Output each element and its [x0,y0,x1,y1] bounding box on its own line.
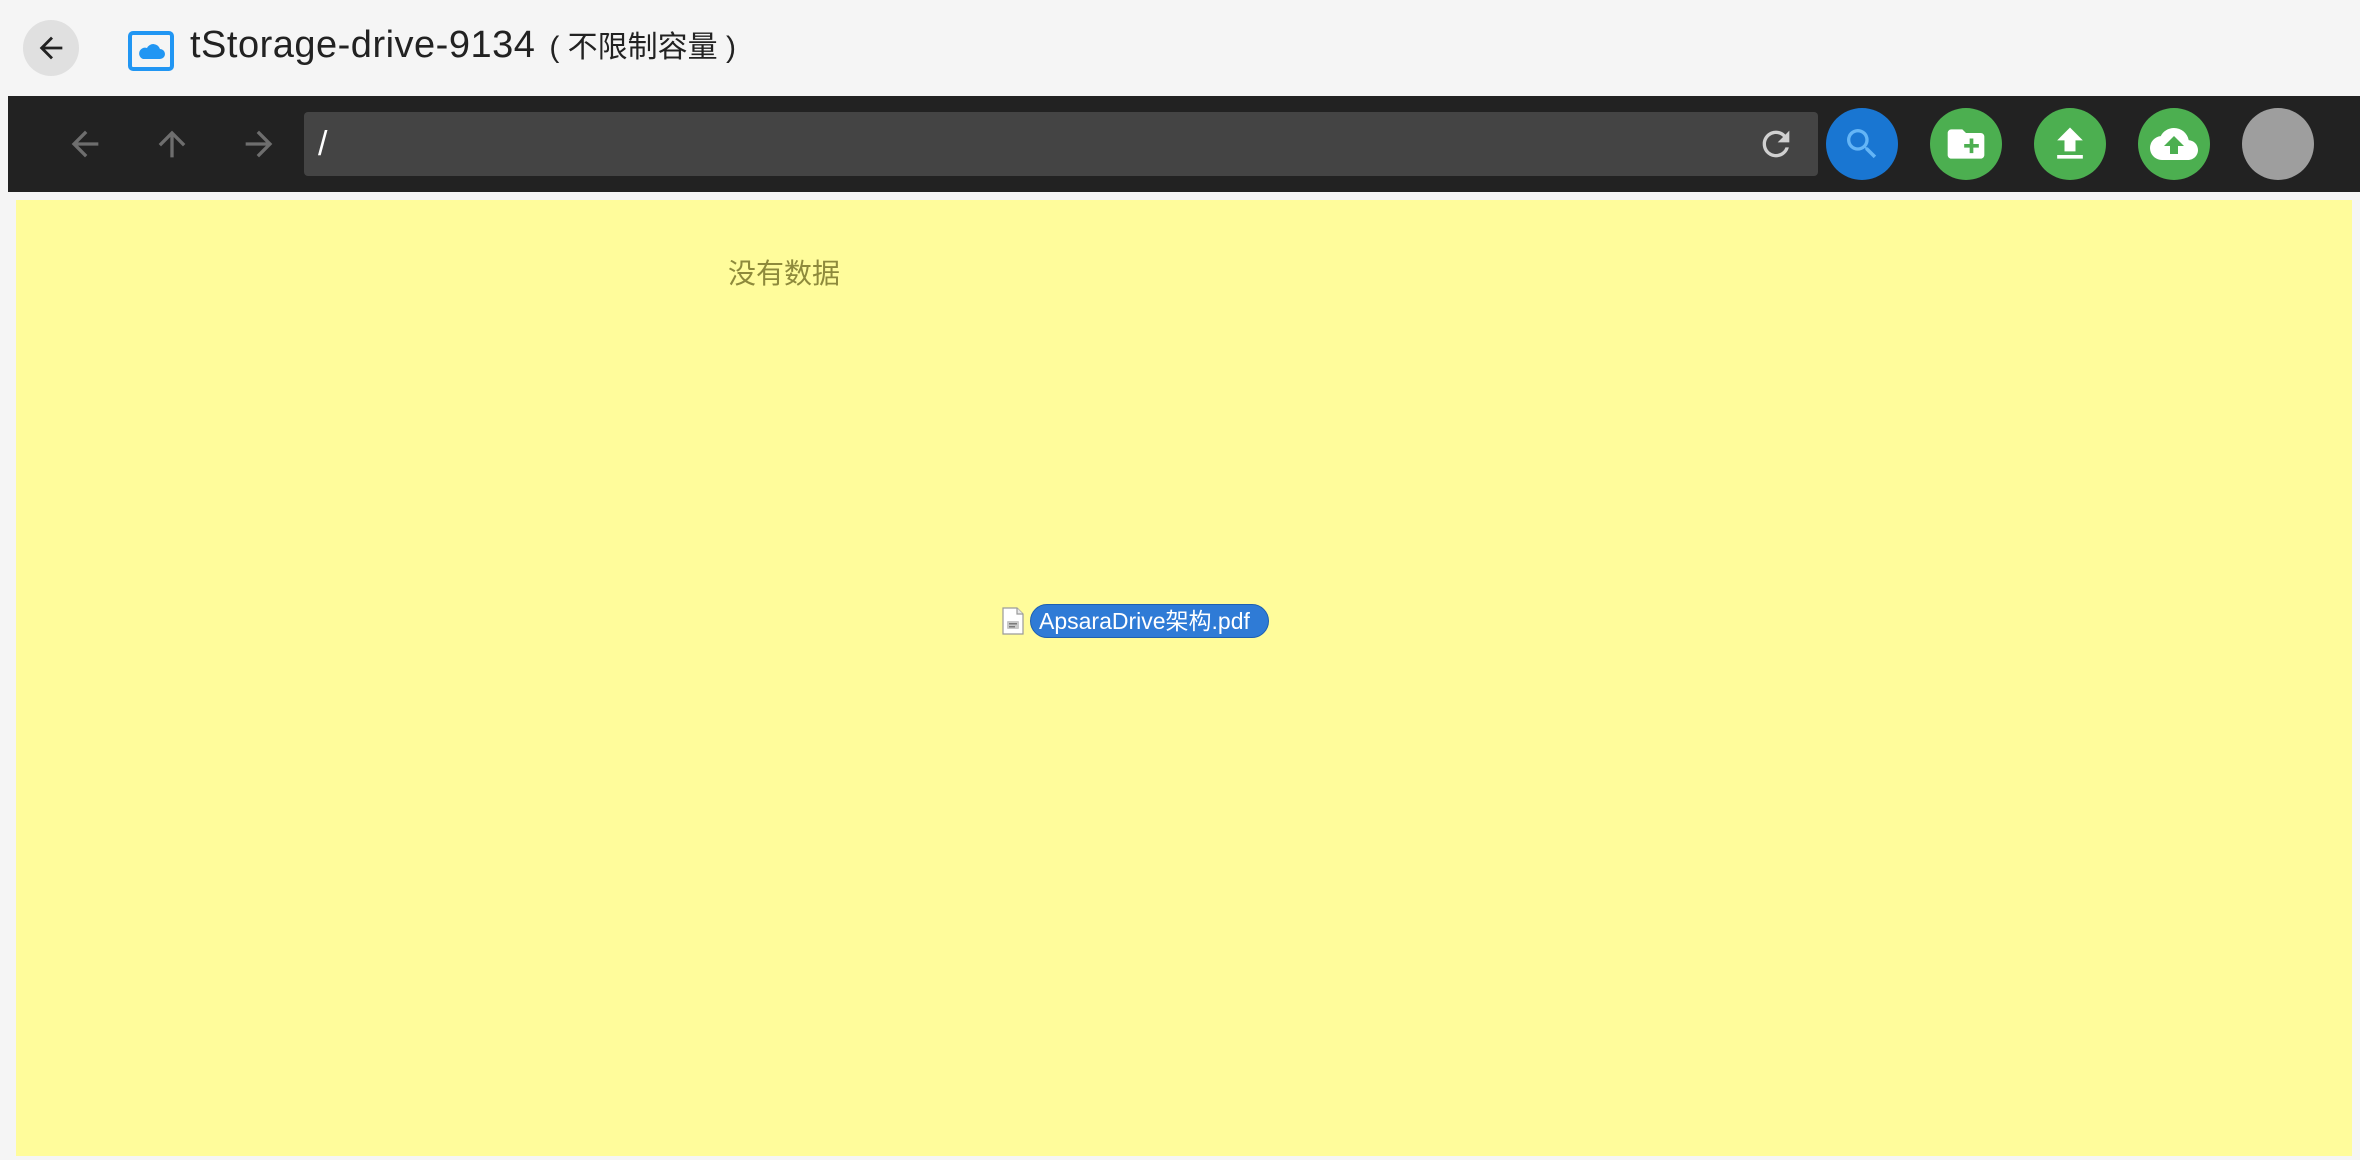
upload-icon [2057,127,2083,159]
new-folder-button[interactable] [1930,108,2002,180]
search-icon [1847,129,1877,159]
upload-button[interactable] [2034,108,2106,180]
path-bar [304,112,1818,176]
path-input[interactable] [318,112,1718,176]
search-button[interactable] [1826,108,1898,180]
app-header: tStorage-drive-9134 ( 不限制容量 ) [0,0,2360,96]
drive-name: tStorage-drive-9134 [190,24,536,66]
arrow-left-icon [39,36,63,60]
page-title: tStorage-drive-9134 ( 不限制容量 ) [190,22,736,74]
dragged-file-name: ApsaraDrive架构.pdf [1030,604,1269,638]
refresh-button[interactable] [1756,124,1796,164]
arrow-up-icon [158,130,186,158]
arrow-right-icon [245,130,273,158]
cloud-drive-icon [128,31,174,71]
parent-folder-button[interactable] [146,118,198,170]
refresh-icon [1762,130,1790,158]
cloud-upload-button[interactable] [2138,108,2210,180]
arrow-left-icon [71,130,99,158]
pdf-file-icon [1002,607,1024,635]
file-list-area[interactable]: 没有数据 ApsaraDrive架构.pdf [16,200,2352,1156]
dragged-file[interactable]: ApsaraDrive架构.pdf [1002,604,1269,638]
folder-plus-icon [1947,129,1985,159]
back-button[interactable] [23,20,79,76]
file-toolbar [8,96,2360,192]
avatar[interactable] [2242,108,2314,180]
history-back-button[interactable] [59,118,111,170]
capacity-label: ( 不限制容量 ) [549,31,737,64]
history-forward-button[interactable] [233,118,285,170]
empty-message: 没有数据 [727,258,840,289]
cloud-upload-icon [2150,128,2198,160]
